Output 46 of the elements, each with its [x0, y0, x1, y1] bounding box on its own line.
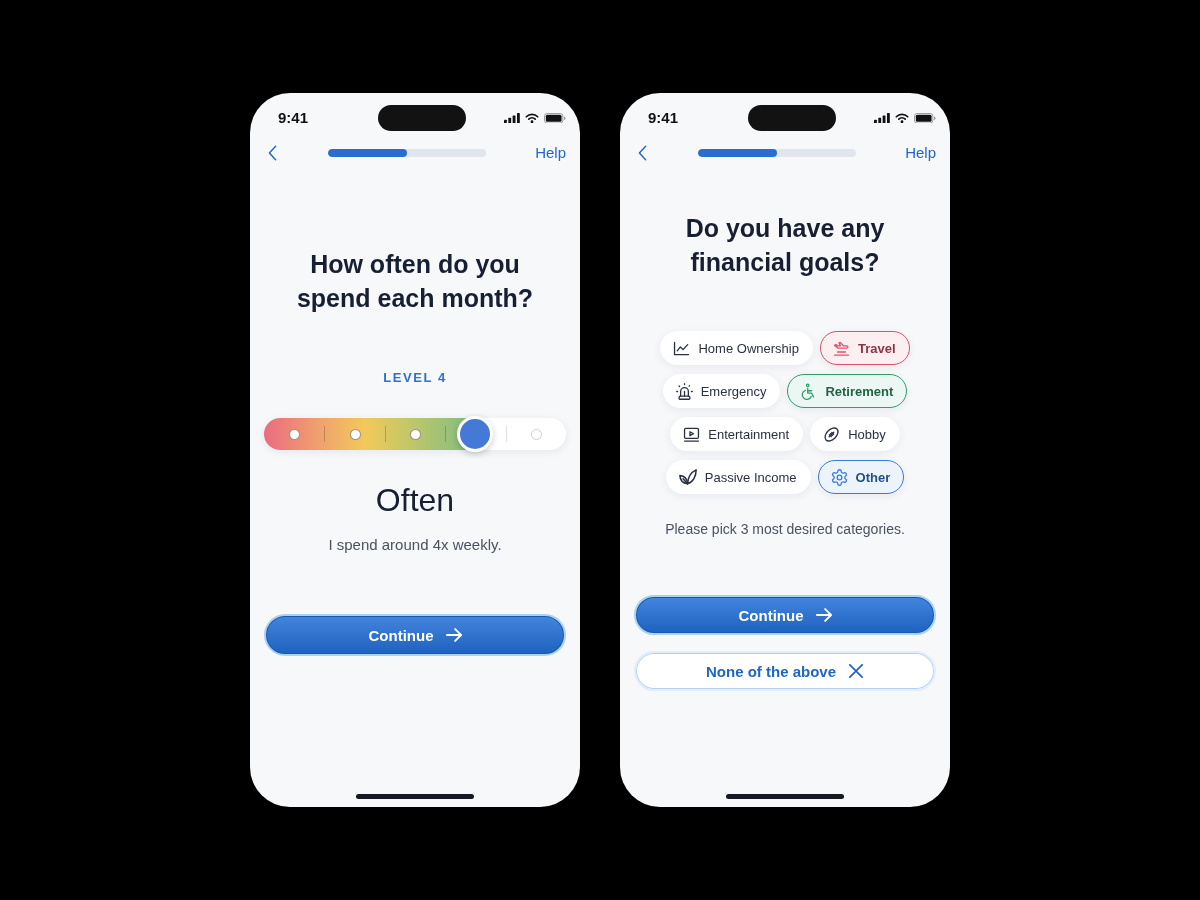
step-dot-icon: [410, 428, 421, 440]
battery-icon: [544, 112, 566, 124]
wifi-icon: [895, 112, 909, 124]
screen-title: Do you have any financial goals?: [684, 213, 886, 278]
status-time: 9:41: [648, 109, 679, 127]
leaves-icon: [678, 469, 697, 485]
back-button[interactable]: [266, 143, 279, 163]
help-link[interactable]: Help: [905, 144, 936, 162]
signal-icon: [504, 112, 520, 124]
arrow-right-icon: [815, 608, 832, 622]
back-button[interactable]: [636, 143, 649, 163]
step-dot-icon: [349, 428, 361, 440]
goal-chip[interactable]: Passive Income: [665, 460, 811, 494]
goal-chip[interactable]: Retirement: [787, 374, 908, 408]
monitor-play-icon: [683, 425, 701, 443]
goal-chip[interactable]: Other: [817, 460, 905, 494]
status-time: 9:41: [278, 109, 309, 127]
chevron-left-icon: [268, 145, 277, 161]
level-label: LEVEL 4: [382, 370, 448, 386]
screen-title: How often do you spend each month?: [295, 249, 535, 314]
outline-button[interactable]: None of the above: [634, 651, 936, 691]
goal-chip[interactable]: Entertainment: [670, 417, 804, 451]
answer-text: Often: [374, 481, 456, 519]
arrow-right-icon: [445, 628, 462, 642]
chart-line-icon: [673, 339, 691, 357]
gear-icon: [830, 468, 848, 486]
battery-icon: [914, 112, 936, 124]
close-icon: [848, 664, 864, 678]
signal-icon: [874, 112, 890, 124]
description-text: I spend around 4x weekly.: [327, 535, 503, 555]
goal-chip[interactable]: Home Ownership: [660, 331, 813, 365]
plane-icon: [832, 339, 850, 357]
goal-chip[interactable]: Hobby: [810, 417, 900, 451]
siren-icon: [675, 382, 693, 400]
chevron-left-icon: [638, 145, 647, 161]
wifi-icon: [525, 112, 539, 124]
goal-chip[interactable]: Emergency: [662, 374, 781, 408]
goal-chip[interactable]: Travel: [819, 331, 910, 365]
primary-button[interactable]: Continue: [264, 614, 566, 656]
primary-button[interactable]: Continue: [634, 595, 936, 635]
step-dot-icon: [289, 428, 301, 440]
step-dot-icon: [530, 428, 542, 440]
help-link[interactable]: Help: [535, 144, 566, 162]
slider-track[interactable]: [264, 418, 566, 450]
football-icon: [823, 425, 841, 443]
hint-text: Please pick 3 most desired categories.: [664, 520, 906, 539]
